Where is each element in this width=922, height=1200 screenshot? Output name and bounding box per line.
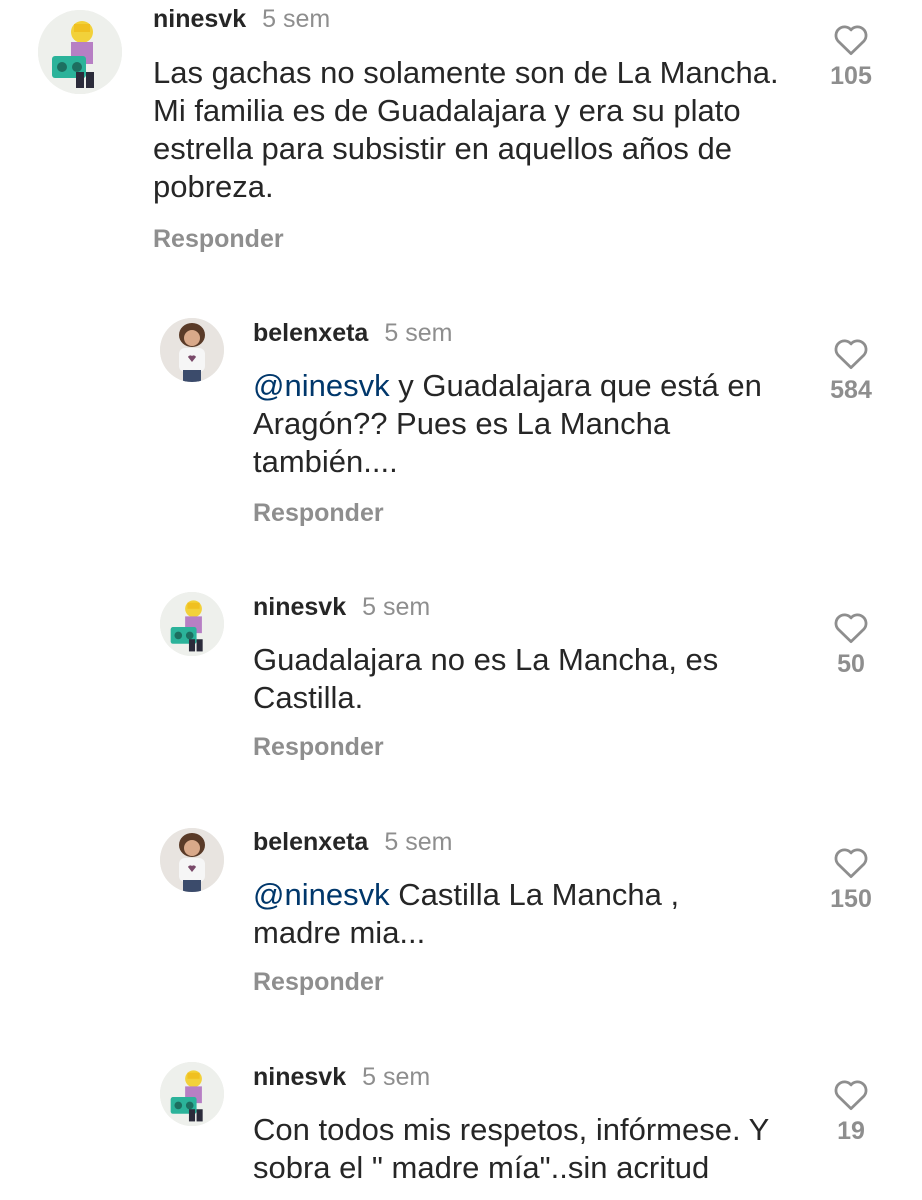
heart-icon[interactable] — [832, 610, 870, 644]
like-control: 105 — [816, 22, 886, 91]
heart-icon[interactable] — [832, 1077, 870, 1111]
username[interactable]: ninesvk — [253, 1063, 346, 1092]
reply-button[interactable]: Responder — [253, 733, 384, 762]
avatar[interactable] — [160, 318, 224, 382]
like-control: 19 — [816, 1077, 886, 1146]
like-count: 19 — [837, 1117, 865, 1145]
reply-button[interactable]: Responder — [153, 225, 284, 254]
comment-text: Con todos mis respetos, infórmese. Y sob… — [253, 1111, 798, 1187]
timestamp: 5 sem — [262, 5, 331, 33]
like-count: 50 — [837, 650, 865, 678]
lego-avatar-icon — [160, 1062, 224, 1126]
mention-link[interactable]: @ninesvk — [253, 877, 390, 912]
comment-body: Guadalajara no es La Mancha, es Castilla… — [253, 642, 719, 715]
avatar[interactable] — [160, 1062, 224, 1126]
timestamp: 5 sem — [362, 593, 431, 621]
lego-avatar-icon — [160, 592, 224, 656]
avatar[interactable] — [38, 10, 122, 94]
person-photo-icon — [160, 318, 224, 382]
username[interactable]: belenxeta — [253, 319, 368, 348]
username[interactable]: ninesvk — [253, 593, 346, 622]
like-count: 105 — [830, 62, 872, 90]
comment-text: Las gachas no solamente son de La Mancha… — [153, 54, 803, 206]
timestamp: 5 sem — [362, 1063, 431, 1091]
timestamp: 5 sem — [384, 828, 453, 856]
username[interactable]: belenxeta — [253, 828, 368, 857]
comment-body: Las gachas no solamente son de La Mancha… — [153, 55, 779, 204]
comment-body: Con todos mis respetos, infórmese. Y sob… — [253, 1112, 769, 1185]
like-control: 50 — [816, 610, 886, 679]
mention-link[interactable]: @ninesvk — [253, 368, 390, 403]
heart-icon[interactable] — [832, 336, 870, 370]
heart-icon[interactable] — [832, 845, 870, 879]
like-control: 584 — [816, 336, 886, 405]
reply-button[interactable]: Responder — [253, 968, 384, 997]
like-count: 150 — [830, 885, 872, 913]
username[interactable]: ninesvk — [153, 5, 246, 34]
comment-text: @ninesvk y Guadalajara que está en Aragó… — [253, 367, 793, 481]
timestamp: 5 sem — [384, 319, 453, 347]
avatar[interactable] — [160, 592, 224, 656]
person-photo-icon — [160, 828, 224, 892]
heart-icon[interactable] — [832, 22, 870, 56]
avatar[interactable] — [160, 828, 224, 892]
comment-text: Guadalajara no es La Mancha, es Castilla… — [253, 641, 793, 717]
reply-button[interactable]: Responder — [253, 499, 384, 528]
like-count: 584 — [830, 376, 872, 404]
comment-text: @ninesvk Castilla La Mancha , madre mia.… — [253, 876, 773, 952]
like-control: 150 — [816, 845, 886, 914]
lego-avatar-icon — [38, 10, 122, 94]
